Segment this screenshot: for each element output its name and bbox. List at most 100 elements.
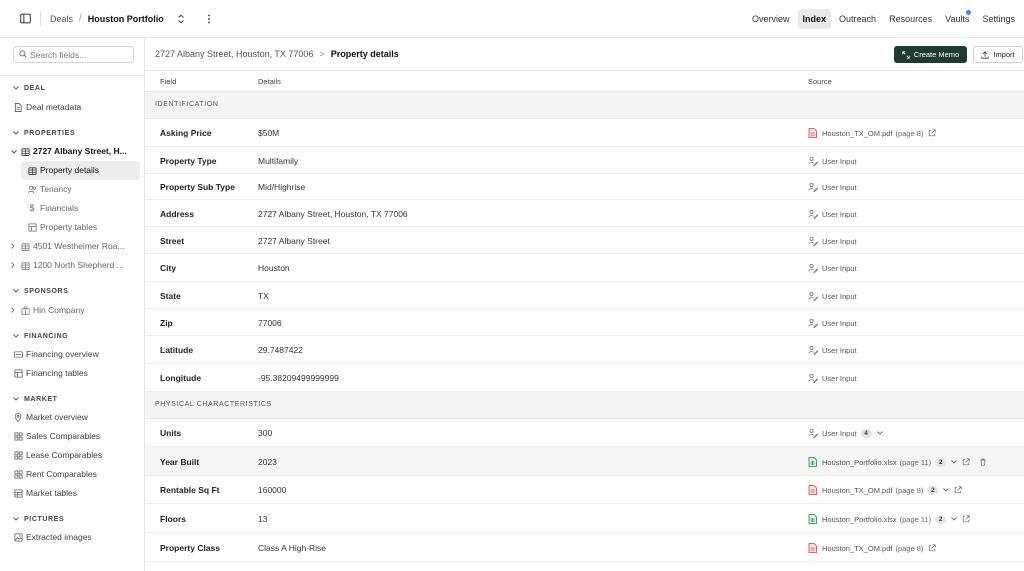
source-name[interactable]: Houston_Portfolio.xlsx xyxy=(822,515,897,524)
table-row[interactable]: Longitude -95.38209499999999 User Input xyxy=(145,364,1024,392)
source-name[interactable]: User Input xyxy=(822,292,857,301)
table-row[interactable]: Units 300 User Input 4 xyxy=(145,419,1024,447)
source-name[interactable]: User Input xyxy=(822,374,857,383)
field-value[interactable]: -95.38209499999999 xyxy=(258,373,339,383)
sidebar-item-market-tables[interactable]: Market tables xyxy=(13,488,77,498)
source-name[interactable]: User Input xyxy=(822,237,857,246)
field-value[interactable]: 160000 xyxy=(258,485,286,495)
external-link-icon[interactable] xyxy=(928,544,936,552)
sidebar-toggle-icon[interactable] xyxy=(18,12,32,26)
source-cell[interactable]: User Input xyxy=(808,291,857,301)
sidebar-item-tenancy[interactable]: Tenancy xyxy=(27,184,72,194)
table-row[interactable]: Year Built 2023 Houston_Portfolio.xlsx (pag… xyxy=(145,447,1024,476)
field-value[interactable]: 2727 Albany Street, Houston, TX 77006 xyxy=(258,209,408,219)
source-cell[interactable]: User Input xyxy=(808,209,857,219)
source-cell[interactable]: User Input xyxy=(808,156,857,166)
create-memo-button[interactable]: Create Memo xyxy=(894,46,967,63)
source-name[interactable]: User Input xyxy=(822,157,857,166)
source-name[interactable]: Houston_Portfolio.xlsx xyxy=(822,458,897,467)
external-link-icon[interactable] xyxy=(954,486,962,494)
source-name[interactable]: User Input xyxy=(822,183,857,192)
nav-settings[interactable]: Settings xyxy=(977,9,1020,29)
field-value[interactable]: 2023 xyxy=(258,457,277,467)
source-cell[interactable]: Houston_TX_OM.pdf (page 8) 2 xyxy=(808,485,962,495)
field-value[interactable]: TX xyxy=(258,291,269,301)
field-value[interactable]: 29.7487422 xyxy=(258,345,303,355)
source-count-badge[interactable]: 2 xyxy=(935,457,947,467)
section-pictures[interactable]: PICTURES xyxy=(13,516,64,523)
table-row[interactable]: Asking Price $50M Houston_TX_OM.pdf (page 8… xyxy=(145,119,1024,147)
table-row[interactable]: Address 2727 Albany Street, Houston, TX 7… xyxy=(145,200,1024,227)
source-name[interactable]: User Input xyxy=(822,319,857,328)
source-name[interactable]: User Input xyxy=(822,429,857,438)
source-cell[interactable]: User Input xyxy=(808,236,857,246)
field-value[interactable]: Mid/Highrise xyxy=(258,182,305,192)
sidebar-item-market-overview[interactable]: Market overview xyxy=(13,412,88,422)
source-cell[interactable]: User Input xyxy=(808,345,857,355)
field-value[interactable]: 77006 xyxy=(258,318,282,328)
table-row[interactable]: Floors 13 Houston_Portfolio.xlsx (page 11) 2 xyxy=(145,504,1024,533)
chevron-down-icon[interactable] xyxy=(943,488,950,492)
more-options-icon[interactable] xyxy=(202,12,216,26)
section-deal[interactable]: DEAL xyxy=(13,85,45,92)
sidebar-item-lease-comparables[interactable]: Lease Comparables xyxy=(13,450,102,460)
source-name[interactable]: User Input xyxy=(822,264,857,273)
nav-resources[interactable]: Resources xyxy=(884,9,937,29)
source-name[interactable]: User Input xyxy=(822,210,857,219)
source-count-badge[interactable]: 4 xyxy=(860,428,872,438)
table-row[interactable]: Property Type Multifamily User Input xyxy=(145,147,1024,174)
import-button[interactable]: Import xyxy=(973,46,1023,63)
search-input[interactable] xyxy=(30,49,130,60)
breadcrumb-property-address[interactable]: 2727 Albany Street, Houston, TX 77006 xyxy=(155,49,313,59)
switch-deal-icon[interactable] xyxy=(174,12,188,26)
sidebar-item-property-details[interactable]: Property details xyxy=(27,165,99,175)
sidebar-item-property-3[interactable]: 1200 North Shepherd ... xyxy=(11,260,124,270)
section-market[interactable]: MARKET xyxy=(13,396,58,403)
section-financing[interactable]: FINANCING xyxy=(13,333,68,340)
source-cell[interactable]: Houston_Portfolio.xlsx (page 11) 2 xyxy=(808,457,987,467)
source-name[interactable]: Houston_TX_OM.pdf xyxy=(822,486,892,495)
sidebar-item-financing-tables[interactable]: Financing tables xyxy=(13,368,88,378)
source-cell[interactable]: Houston_TX_OM.pdf (page 8) xyxy=(808,543,936,553)
table-row[interactable]: Rentable Sq Ft 160000 Houston_TX_OM.pdf (pa… xyxy=(145,476,1024,504)
sidebar-item-financials[interactable]: $ Financials xyxy=(27,203,78,213)
field-value[interactable]: 2727 Albany Street xyxy=(258,236,330,246)
source-cell[interactable]: User Input xyxy=(808,373,857,383)
field-value[interactable]: 13 xyxy=(258,514,267,524)
trash-icon[interactable] xyxy=(979,458,987,466)
sidebar-item-property-tables[interactable]: Property tables xyxy=(27,222,97,232)
field-value[interactable]: $50M xyxy=(258,128,279,138)
chevron-down-icon[interactable] xyxy=(876,431,883,435)
sidebar-item-rent-comparables[interactable]: Rent Comparables xyxy=(13,469,97,479)
source-cell[interactable]: User Input xyxy=(808,182,857,192)
nav-overview[interactable]: Overview xyxy=(747,9,795,29)
source-cell[interactable]: Houston_Portfolio.xlsx (page 11) 2 xyxy=(808,514,970,524)
source-name[interactable]: Houston_TX_OM.pdf xyxy=(822,129,892,138)
table-row[interactable]: City Houston User Input xyxy=(145,254,1024,282)
source-count-badge[interactable]: 2 xyxy=(927,485,939,495)
search-box[interactable] xyxy=(13,46,134,63)
table-row[interactable]: Zip 77006 User Input xyxy=(145,309,1024,336)
sidebar-item-hin-company[interactable]: Hin Company xyxy=(11,305,85,315)
external-link-icon[interactable] xyxy=(962,458,970,466)
source-name[interactable]: User Input xyxy=(822,346,857,355)
nav-vaults[interactable]: Vaults xyxy=(940,9,974,29)
table-row[interactable]: Latitude 29.7487422 User Input xyxy=(145,336,1024,364)
external-link-icon[interactable] xyxy=(962,515,970,523)
field-value[interactable]: Class A High-Rise xyxy=(258,543,326,553)
sidebar-item-sales-comparables[interactable]: Sales Comparables xyxy=(13,431,100,441)
nav-index[interactable]: Index xyxy=(797,8,832,29)
table-row[interactable]: Property Sub Type Mid/Highrise User Input xyxy=(145,174,1024,200)
table-row[interactable]: State TX User Input xyxy=(145,282,1024,309)
sidebar-item-extracted-images[interactable]: Extracted images xyxy=(13,532,92,542)
section-sponsors[interactable]: SPONSORS xyxy=(13,288,68,295)
source-cell[interactable]: Houston_TX_OM.pdf (page 8) xyxy=(808,128,936,138)
table-row[interactable]: Street 2727 Albany Street User Input xyxy=(145,227,1024,254)
nav-outreach[interactable]: Outreach xyxy=(834,9,881,29)
breadcrumb-deals[interactable]: Deals xyxy=(50,14,73,24)
source-cell[interactable]: User Input xyxy=(808,318,857,328)
source-name[interactable]: Houston_TX_OM.pdf xyxy=(822,544,892,553)
chevron-down-icon[interactable] xyxy=(951,460,958,464)
sidebar-item-financing-overview[interactable]: Financing overview xyxy=(13,349,99,359)
table-row[interactable]: Property Class Class A High-Rise Houston_T… xyxy=(145,533,1024,562)
